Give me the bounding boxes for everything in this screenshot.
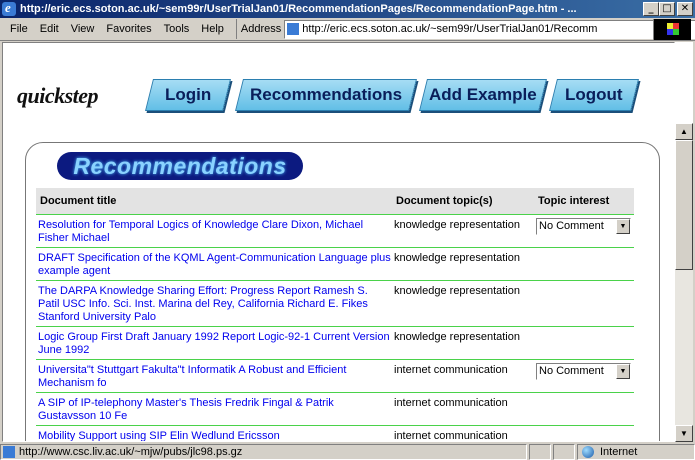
menu-favorites[interactable]: Favorites [100,23,157,35]
scrollbar-blank [675,42,693,123]
vertical-scrollbar[interactable]: ▲ ▼ [675,42,693,442]
address-input[interactable]: http://eric.ecs.soton.ac.uk/~sem99r/User… [284,19,695,39]
table-row: Universita"t Stuttgart Fakulta"t Informa… [36,359,634,392]
menu-bar: File Edit View Favorites Tools Help Addr… [0,18,695,41]
document-link[interactable]: Logic Group First Draft January 1992 Rep… [36,331,392,357]
topic-interest-select[interactable]: No Comment ▼ [536,363,631,380]
nav-add-example-label: Add Example [429,85,537,104]
header-document-topics: Document topic(s) [396,195,493,207]
maximize-button[interactable]: □ [659,2,675,16]
chevron-down-icon[interactable]: ▼ [616,364,630,379]
panel-heading: Recommendations [51,149,317,185]
table-header: Document title Document topic(s) Topic i… [36,188,634,214]
document-link[interactable]: Resolution for Temporal Logics of Knowle… [36,219,392,245]
document-topic: knowledge representation [394,285,520,297]
nav-add-example-button[interactable]: Add Example [419,79,547,111]
chevron-down-icon[interactable]: ▼ [616,219,630,234]
window-title: http://eric.ecs.soton.ac.uk/~sem99r/User… [20,3,577,15]
table-row: Mobility Support using SIP Elin Wedlund … [36,425,634,442]
scrollbar-thumb[interactable] [675,140,693,270]
document-link[interactable]: The DARPA Knowledge Sharing Effort: Prog… [36,285,392,324]
page-icon [287,23,300,35]
security-zone: Internet [577,443,695,460]
document-topic: internet communication [394,397,508,409]
document-link[interactable]: DRAFT Specification of the KQML Agent-Co… [36,252,392,278]
header-topic-interest: Topic interest [538,195,610,207]
nav-logout-button[interactable]: Logout [549,79,639,111]
status-cell [529,443,551,460]
nav-recommendations-button[interactable]: Recommendations [235,79,417,111]
recommendations-heading: Recommendations [57,152,303,180]
document-topic: internet communication [394,364,508,376]
scroll-down-icon[interactable]: ▼ [675,425,693,442]
title-bar: http://eric.ecs.soton.ac.uk/~sem99r/User… [0,0,695,18]
topic-interest-select[interactable]: No Comment ▼ [536,218,631,235]
menu-file[interactable]: File [4,23,34,35]
zone-label: Internet [600,445,638,458]
table-row: Resolution for Temporal Logics of Knowle… [36,214,634,247]
globe-icon [582,445,594,458]
ie-icon [2,0,16,16]
menu-edit[interactable]: Edit [34,23,65,35]
scroll-up-icon[interactable]: ▲ [675,123,693,140]
table-row: Logic Group First Draft January 1992 Rep… [36,326,634,359]
address-value[interactable]: http://eric.ecs.soton.ac.uk/~sem99r/User… [302,23,695,35]
address-label: Address [240,23,282,35]
table-row: A SIP of IP-telephony Master's Thesis Fr… [36,392,634,425]
address-bar: Address http://eric.ecs.soton.ac.uk/~sem… [235,19,695,39]
document-link[interactable]: A SIP of IP-telephony Master's Thesis Fr… [36,397,392,423]
document-topic: internet communication [394,430,508,442]
quickstep-logo: quickstep [17,83,99,108]
status-cell [553,443,575,460]
nav-login-button[interactable]: Login [145,79,231,111]
close-button[interactable]: ✕ [677,2,693,16]
menu-help[interactable]: Help [195,23,230,35]
nav-logout-label: Logout [565,85,623,104]
page-icon [3,445,15,458]
table-row: The DARPA Knowledge Sharing Effort: Prog… [36,280,634,326]
document-link[interactable]: Mobility Support using SIP Elin Wedlund … [36,430,392,441]
menu-view[interactable]: View [65,23,101,35]
table-row: DRAFT Specification of the KQML Agent-Co… [36,247,634,280]
topic-interest-value: No Comment [539,220,604,232]
nav-recommendations-label: Recommendations [249,85,403,104]
header-document-title: Document title [40,195,117,207]
document-topic: knowledge representation [394,331,520,343]
page-viewport: quickstep Login Recommendations Add Exam… [2,42,675,442]
document-topic: knowledge representation [394,252,520,264]
minimize-button[interactable]: _ [643,2,659,16]
menu-tools[interactable]: Tools [158,23,196,35]
status-url: http://www.csc.liv.ac.uk/~mjw/pubs/jlc98… [19,445,243,458]
document-link[interactable]: Universita"t Stuttgart Fakulta"t Informa… [36,364,392,390]
status-url-area: http://www.csc.liv.ac.uk/~mjw/pubs/jlc98… [0,443,527,460]
document-topic: knowledge representation [394,219,520,231]
recommendations-table: Document title Document topic(s) Topic i… [36,188,634,442]
windows-logo-icon [653,19,691,40]
status-bar: http://www.csc.liv.ac.uk/~mjw/pubs/jlc98… [0,443,695,460]
topic-interest-value: No Comment [539,365,604,377]
nav-login-label: Login [164,85,212,104]
